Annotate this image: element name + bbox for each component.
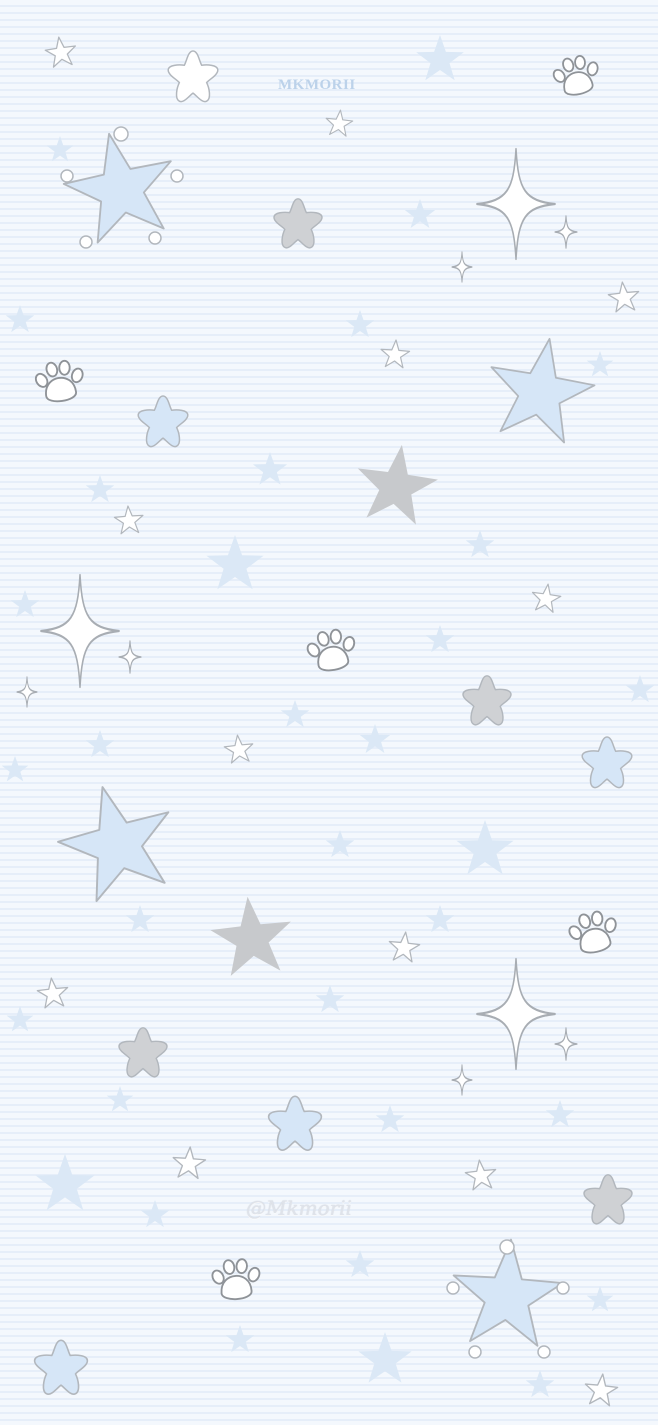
rounded-star-icon — [118, 1027, 168, 1078]
grey-star-icon — [351, 439, 442, 527]
rounded-star-icon — [267, 1095, 323, 1152]
grey-star-icon — [207, 892, 296, 978]
rounded-star-icon — [137, 395, 189, 448]
sparkle-icon-layer — [16, 147, 578, 1096]
blue-star-icon — [479, 328, 602, 447]
blue-star-icon — [446, 1234, 570, 1359]
rounded-star-icon — [167, 50, 219, 103]
rounded-star-icon — [581, 736, 633, 789]
rounded-star-icon — [33, 1339, 89, 1396]
signature-text: @Mkmorii — [246, 1196, 352, 1220]
paw-print-icon-layer — [30, 50, 624, 1302]
blue-star-icon — [46, 771, 187, 908]
watermark-text: MKMORII — [278, 77, 356, 93]
rounded-star-icon — [583, 1174, 633, 1225]
rounded-star-icon — [273, 198, 323, 249]
rounded-star-icon — [462, 675, 512, 726]
blue-star-icon — [54, 121, 186, 249]
